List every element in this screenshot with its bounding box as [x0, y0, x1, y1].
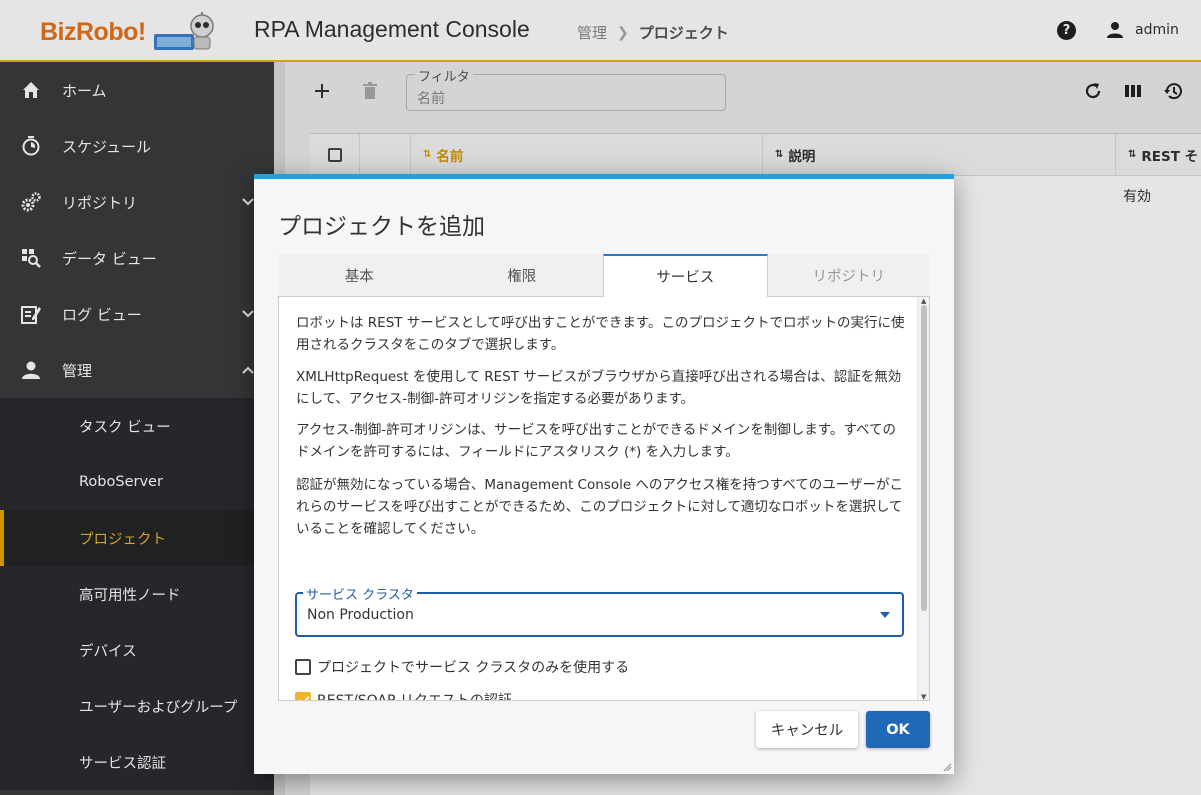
cluster-only-option[interactable]: プロジェクトでサービス クラスタのみを使用する: [295, 657, 629, 677]
add-project-dialog: プロジェクトを追加 基本 権限 サービス リポジトリ ロボットは REST サー…: [254, 174, 954, 774]
resize-handle-icon[interactable]: [943, 763, 952, 772]
tab-permissions[interactable]: 権限: [440, 254, 603, 297]
tab-basic[interactable]: 基本: [278, 254, 441, 297]
info-paragraph: アクセス-制御-許可オリジンは、サービスを呼び出すことができるドメインを制御しま…: [296, 422, 896, 460]
checkbox-label: REST/SOAP リクエストの認証: [317, 693, 512, 701]
scroll-up-icon[interactable]: ▲: [921, 297, 926, 305]
checkbox-label: プロジェクトでサービス クラスタのみを使用する: [317, 660, 630, 676]
info-paragraph: XMLHttpRequest を使用して REST サービスがブラウザから直接呼…: [296, 369, 902, 407]
cancel-button[interactable]: キャンセル: [756, 711, 858, 748]
tab-repository[interactable]: リポジトリ: [767, 254, 930, 297]
service-cluster-value: Non Production: [307, 607, 414, 623]
info-paragraph: 認証が無効になっている場合、Management Console へのアクセス権…: [296, 477, 903, 537]
service-cluster-label: サービス クラスタ: [303, 584, 417, 603]
scrollbar-thumb[interactable]: [921, 305, 927, 611]
scroll-down-icon[interactable]: ▼: [921, 693, 926, 700]
info-paragraph: ロボットは REST サービスとして呼び出すことができます。このプロジェクトでロ…: [296, 315, 905, 353]
tab-services[interactable]: サービス: [603, 254, 768, 297]
ok-button[interactable]: OK: [866, 711, 930, 748]
services-tab-panel: ロボットは REST サービスとして呼び出すことができます。このプロジェクトでロ…: [278, 297, 930, 701]
auth-checkbox[interactable]: [295, 692, 311, 700]
cluster-only-checkbox[interactable]: [295, 659, 311, 675]
dialog-tabs: 基本 権限 サービス リポジトリ: [278, 254, 930, 297]
panel-scrollbar[interactable]: ▲ ▼: [917, 297, 929, 700]
dialog-title: プロジェクトを追加: [278, 214, 485, 240]
service-cluster-select[interactable]: サービス クラスタ Non Production: [295, 584, 904, 637]
dropdown-arrow-icon: [880, 612, 890, 618]
auth-option[interactable]: REST/SOAP リクエストの認証: [295, 690, 512, 701]
